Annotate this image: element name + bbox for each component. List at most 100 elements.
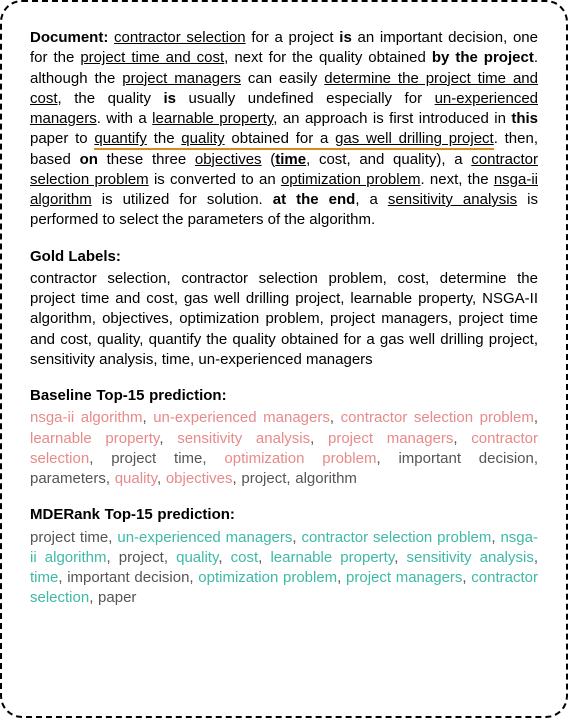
prediction-item: project time bbox=[111, 450, 202, 467]
prediction-item: un-experienced managers bbox=[153, 409, 330, 426]
baseline-block: Baseline Top-15 prediction: nsga-ii algo… bbox=[30, 386, 538, 489]
kp: determine the project time and bbox=[324, 70, 538, 87]
separator: , bbox=[106, 549, 118, 566]
prediction-item: cost bbox=[231, 549, 259, 566]
separator: , bbox=[157, 470, 166, 487]
kp: time bbox=[275, 151, 306, 168]
separator: , bbox=[108, 529, 117, 546]
t: these three bbox=[98, 151, 195, 168]
prediction-item: paper bbox=[98, 589, 136, 606]
prediction-item: project managers bbox=[346, 569, 462, 586]
prediction-item: contractor selection problem bbox=[301, 529, 491, 546]
baseline-list: nsga-ii algorithm, un-experienced manage… bbox=[30, 409, 538, 487]
t: . next, the bbox=[420, 171, 493, 188]
kp: gas well drilling project bbox=[335, 130, 494, 150]
t: is bbox=[339, 29, 352, 46]
prediction-item: project managers bbox=[328, 430, 453, 447]
prediction-item: learnable property bbox=[30, 430, 159, 447]
separator: , bbox=[534, 409, 538, 426]
t: ( bbox=[262, 151, 276, 168]
t: at the end bbox=[273, 191, 356, 208]
separator: , bbox=[394, 549, 406, 566]
separator: , bbox=[376, 450, 398, 467]
separator: , bbox=[330, 409, 341, 426]
separator: , bbox=[142, 409, 153, 426]
t: this bbox=[511, 110, 538, 127]
prediction-item: optimization problem bbox=[198, 569, 337, 586]
t: on bbox=[80, 151, 98, 168]
gold-labels-heading: Gold Labels: bbox=[30, 247, 538, 267]
t: , a bbox=[355, 191, 388, 208]
gold-labels-block: Gold Labels: contractor selection, contr… bbox=[30, 247, 538, 371]
document-text: contractor selection for a project is an… bbox=[30, 29, 538, 228]
prediction-item: objectives bbox=[166, 470, 233, 487]
separator: , bbox=[58, 569, 67, 586]
separator: , bbox=[164, 549, 176, 566]
separator: , bbox=[310, 430, 328, 447]
kp: quantify bbox=[94, 130, 147, 150]
prediction-item: project bbox=[119, 549, 164, 566]
t: the bbox=[147, 130, 181, 150]
separator: , bbox=[89, 450, 111, 467]
t: , the quality bbox=[58, 90, 164, 107]
t: obtained for a bbox=[225, 130, 335, 150]
kp: optimization problem bbox=[281, 171, 421, 188]
separator: , bbox=[89, 589, 98, 606]
prediction-item: sensitivity analysis bbox=[177, 430, 310, 447]
separator: , bbox=[106, 470, 115, 487]
kp: learnable property bbox=[152, 110, 273, 127]
kp: project time and cost bbox=[80, 49, 224, 66]
t: can easily bbox=[241, 70, 324, 87]
prediction-item: important decision bbox=[398, 450, 533, 467]
prediction-item: algorithm bbox=[295, 470, 357, 487]
separator: , bbox=[534, 549, 538, 566]
prediction-item: project bbox=[241, 470, 286, 487]
separator: , bbox=[189, 569, 198, 586]
t: for a project bbox=[246, 29, 340, 46]
separator: , bbox=[258, 549, 270, 566]
t: paper to bbox=[30, 130, 94, 147]
separator: , bbox=[337, 569, 346, 586]
separator: , bbox=[218, 549, 230, 566]
prediction-item: un-experienced managers bbox=[117, 529, 292, 546]
prediction-item: important decision bbox=[67, 569, 189, 586]
mderank-list: project time, un-experienced managers, c… bbox=[30, 529, 538, 607]
t: usually undefined especially for bbox=[176, 90, 435, 107]
t: is utilized for solution. bbox=[92, 191, 273, 208]
kp: sensitivity analysis bbox=[388, 191, 517, 208]
prediction-item: contractor selection problem bbox=[341, 409, 534, 426]
prediction-item: nsga-ii algorithm bbox=[30, 409, 142, 426]
document-label: Document: bbox=[30, 29, 108, 46]
kp: project managers bbox=[122, 70, 241, 87]
prediction-item: quality bbox=[115, 470, 157, 487]
prediction-item: quality bbox=[176, 549, 218, 566]
t: is converted to an bbox=[149, 171, 281, 188]
mderank-block: MDERank Top-15 prediction: project time,… bbox=[30, 505, 538, 608]
separator: , bbox=[453, 430, 471, 447]
prediction-item: sensitivity analysis bbox=[407, 549, 534, 566]
kp: quality bbox=[181, 130, 224, 150]
t: , next for the quality obtained bbox=[224, 49, 432, 66]
kp: objectives bbox=[195, 151, 262, 168]
prediction-item: parameters bbox=[30, 470, 106, 487]
t: by the project bbox=[432, 49, 534, 66]
kp: contractor selection bbox=[114, 29, 246, 46]
t: . with a bbox=[97, 110, 152, 127]
mderank-heading: MDERank Top-15 prediction: bbox=[30, 505, 538, 525]
separator: , bbox=[202, 450, 224, 467]
separator: , bbox=[534, 450, 538, 467]
t: , cost, and quality), a bbox=[306, 151, 471, 168]
separator: , bbox=[462, 569, 471, 586]
prediction-item: project time bbox=[30, 529, 108, 546]
t: is bbox=[163, 90, 176, 107]
t: , an approach is first introduced in bbox=[273, 110, 511, 127]
kp: cost bbox=[30, 90, 58, 107]
document-block: Document: contractor selection for a pro… bbox=[30, 28, 538, 231]
baseline-heading: Baseline Top-15 prediction: bbox=[30, 386, 538, 406]
separator: , bbox=[159, 430, 177, 447]
separator: , bbox=[286, 470, 295, 487]
figure-card: { "document": { "label": "Document:" }, … bbox=[0, 0, 568, 718]
gold-labels-text: contractor selection, contractor selecti… bbox=[30, 270, 538, 368]
prediction-item: time bbox=[30, 569, 58, 586]
prediction-item: learnable property bbox=[270, 549, 394, 566]
